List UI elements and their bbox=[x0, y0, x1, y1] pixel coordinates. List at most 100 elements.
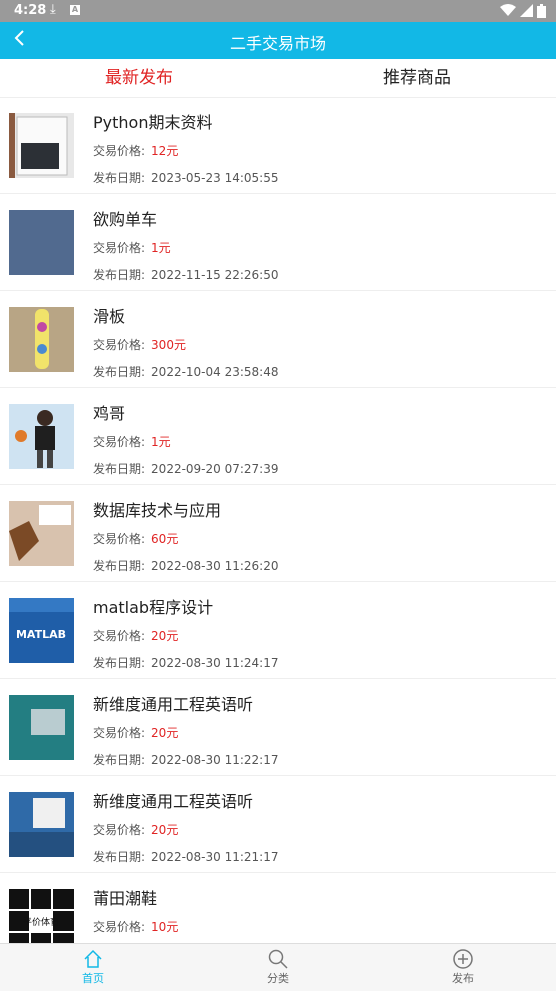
list-item[interactable]: 平价体育 莆田潮鞋 交易价格: 10元 bbox=[0, 873, 556, 943]
date-value: 2023-05-23 14:05:55 bbox=[151, 171, 279, 185]
search-icon bbox=[268, 949, 288, 969]
list-item[interactable]: 滑板 交易价格: 300元 发布日期: 2022-10-04 23:58:48 bbox=[0, 291, 556, 388]
page-title: 二手交易市场 bbox=[229, 34, 326, 53]
price-value: 1元 bbox=[151, 435, 171, 449]
price-value: 20元 bbox=[151, 823, 179, 837]
date-value: 2022-09-20 07:27:39 bbox=[151, 462, 279, 476]
date-row: 发布日期: 2022-10-04 23:58:48 bbox=[93, 363, 279, 380]
price-row: 交易价格: 20元 bbox=[93, 724, 178, 741]
price-row: 交易价格: 60元 bbox=[93, 530, 178, 547]
home-icon bbox=[84, 949, 102, 968]
list-item[interactable]: 鸡哥 交易价格: 1元 发布日期: 2022-09-20 07:27:39 bbox=[0, 388, 556, 485]
list-item[interactable]: 新维度通用工程英语听 交易价格: 20元 发布日期: 2022-08-30 11:2… bbox=[0, 679, 556, 776]
item-title: 滑板 bbox=[93, 307, 126, 326]
tab-latest[interactable]: 最新发布 bbox=[0, 59, 278, 97]
date-row: 发布日期: 2022-11-15 22:26:50 bbox=[93, 266, 279, 283]
date-row: 发布日期: 2023-05-23 14:05:55 bbox=[93, 169, 279, 186]
list-item[interactable]: Python期末资料 交易价格: 12元 发布日期: 2023-05-23 14:0… bbox=[0, 97, 556, 194]
item-title: 莆田潮鞋 bbox=[93, 889, 158, 908]
product-thumbnail bbox=[9, 210, 74, 275]
list-item[interactable]: 新维度通用工程英语听 交易价格: 20元 发布日期: 2022-08-30 11:2… bbox=[0, 776, 556, 873]
price-label: 交易价格: bbox=[93, 823, 146, 837]
date-row: 发布日期: 2022-08-30 11:21:17 bbox=[93, 848, 279, 865]
nav-publish[interactable]: 发布 bbox=[413, 948, 513, 986]
list-item[interactable]: MATLAB matlab程序设计 交易价格: 20元 发布日期: 2022-08-… bbox=[0, 582, 556, 679]
product-thumbnail bbox=[9, 113, 74, 178]
price-row: 交易价格: 1元 bbox=[93, 239, 171, 256]
product-thumbnail: 平价体育 bbox=[9, 889, 74, 943]
date-label: 发布日期: bbox=[93, 753, 146, 767]
price-value: 60元 bbox=[151, 532, 179, 546]
tab-recommended[interactable]: 推荐商品 bbox=[278, 59, 556, 97]
signal-icon bbox=[519, 4, 533, 17]
product-list: Python期末资料 交易价格: 12元 发布日期: 2023-05-23 14:0… bbox=[0, 97, 556, 943]
price-value: 10元 bbox=[151, 920, 179, 934]
item-title: 鸡哥 bbox=[93, 404, 126, 423]
date-row: 发布日期: 2022-08-30 11:26:20 bbox=[93, 557, 279, 574]
price-row: 交易价格: 10元 bbox=[93, 918, 178, 935]
price-value: 300元 bbox=[151, 338, 186, 352]
notification-a-icon: A bbox=[70, 5, 80, 15]
nav-home[interactable]: 首页 bbox=[43, 948, 143, 986]
date-row: 发布日期: 2022-08-30 11:22:17 bbox=[93, 751, 279, 768]
price-row: 交易价格: 20元 bbox=[93, 627, 178, 644]
product-thumbnail bbox=[9, 792, 74, 857]
item-title: matlab程序设计 bbox=[93, 598, 214, 617]
price-row: 交易价格: 300元 bbox=[93, 336, 186, 353]
price-label: 交易价格: bbox=[93, 629, 146, 643]
price-label: 交易价格: bbox=[93, 144, 146, 158]
battery-icon bbox=[537, 3, 546, 18]
price-value: 12元 bbox=[151, 144, 179, 158]
status-time: 4:28 bbox=[14, 3, 47, 18]
date-label: 发布日期: bbox=[93, 365, 146, 379]
date-label: 发布日期: bbox=[93, 171, 146, 185]
product-thumbnail bbox=[9, 404, 74, 469]
item-title: 新维度通用工程英语听 bbox=[93, 695, 254, 714]
thumb-matlab-text: MATLAB bbox=[16, 628, 66, 641]
status-icons bbox=[499, 3, 546, 18]
product-thumbnail: MATLAB bbox=[9, 598, 74, 663]
status-bar: 4:28 ⤓ A bbox=[0, 0, 556, 22]
nav-publish-label: 发布 bbox=[452, 972, 474, 985]
thumb-logo-text: 平价体育 bbox=[23, 916, 59, 928]
price-value: 20元 bbox=[151, 726, 179, 740]
price-label: 交易价格: bbox=[93, 920, 146, 934]
product-thumbnail bbox=[9, 307, 74, 372]
bottom-nav: 首页 分类 发布 bbox=[0, 943, 556, 991]
list-item[interactable]: 数据库技术与应用 交易价格: 60元 发布日期: 2022-08-30 11:26:… bbox=[0, 485, 556, 582]
nav-category[interactable]: 分类 bbox=[228, 948, 328, 986]
date-value: 2022-08-30 11:24:17 bbox=[151, 656, 279, 670]
price-label: 交易价格: bbox=[93, 241, 146, 255]
list-item[interactable]: 欲购单车 交易价格: 1元 发布日期: 2022-11-15 22:26:50 bbox=[0, 194, 556, 291]
plus-circle-icon bbox=[453, 949, 473, 969]
date-value: 2022-08-30 11:22:17 bbox=[151, 753, 279, 767]
date-label: 发布日期: bbox=[93, 268, 146, 282]
app-bar: 二手交易市场 bbox=[0, 22, 556, 59]
nav-home-label: 首页 bbox=[82, 972, 104, 985]
price-label: 交易价格: bbox=[93, 435, 146, 449]
item-title: Python期末资料 bbox=[93, 113, 213, 132]
product-thumbnail bbox=[9, 695, 74, 760]
item-title: 数据库技术与应用 bbox=[93, 501, 222, 520]
item-title: 欲购单车 bbox=[93, 210, 158, 229]
date-label: 发布日期: bbox=[93, 559, 146, 573]
nav-category-label: 分类 bbox=[267, 972, 289, 985]
price-label: 交易价格: bbox=[93, 532, 146, 546]
product-thumbnail bbox=[9, 501, 74, 566]
price-value: 20元 bbox=[151, 629, 179, 643]
price-row: 交易价格: 12元 bbox=[93, 142, 178, 159]
price-label: 交易价格: bbox=[93, 726, 146, 740]
date-value: 2022-10-04 23:58:48 bbox=[151, 365, 279, 379]
date-row: 发布日期: 2022-09-20 07:27:39 bbox=[93, 460, 279, 477]
date-row: 发布日期: 2022-08-30 11:24:17 bbox=[93, 654, 279, 671]
date-label: 发布日期: bbox=[93, 850, 146, 864]
wifi-icon bbox=[499, 4, 516, 16]
tab-bar: 最新发布 推荐商品 bbox=[0, 59, 556, 98]
date-value: 2022-11-15 22:26:50 bbox=[151, 268, 279, 282]
price-row: 交易价格: 20元 bbox=[93, 821, 178, 838]
download-icon: ⤓ bbox=[50, 2, 56, 17]
price-value: 1元 bbox=[151, 241, 171, 255]
date-value: 2022-08-30 11:26:20 bbox=[151, 559, 279, 573]
date-label: 发布日期: bbox=[93, 462, 146, 476]
date-value: 2022-08-30 11:21:17 bbox=[151, 850, 279, 864]
